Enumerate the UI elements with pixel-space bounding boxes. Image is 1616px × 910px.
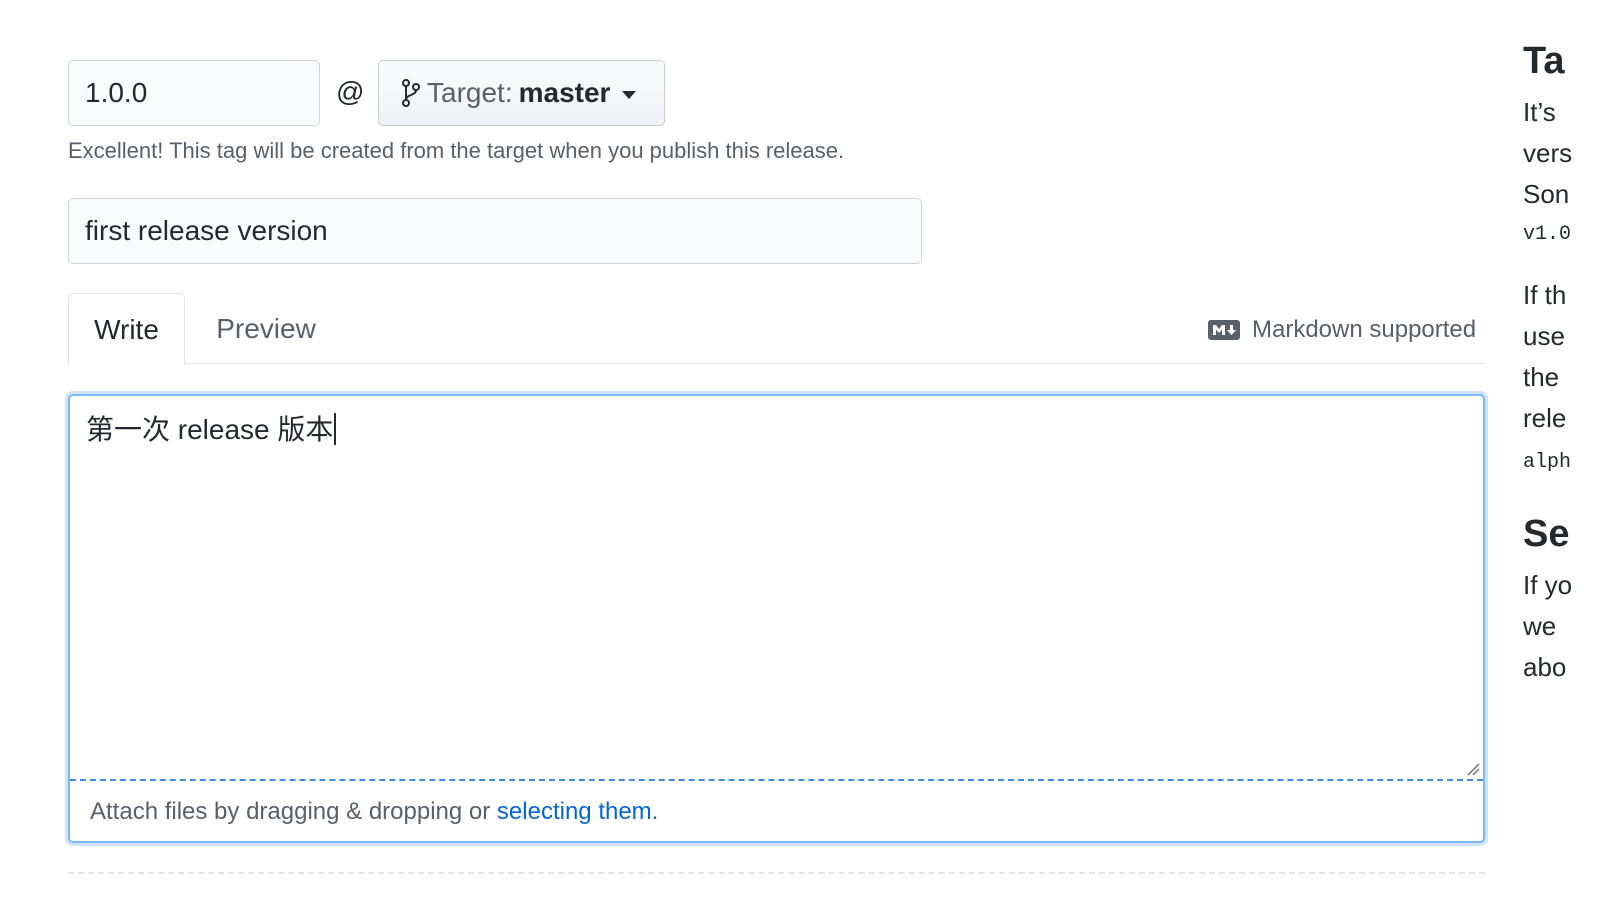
text-cursor (334, 413, 337, 445)
tab-preview[interactable]: Preview (196, 293, 336, 365)
description-text[interactable]: 第一次 release 版本 (86, 410, 337, 450)
tag-version-input[interactable]: 1.0.0 (68, 60, 320, 126)
resize-handle-icon[interactable] (1466, 762, 1480, 776)
markdown-supported-label: Markdown supported (1252, 316, 1477, 343)
markdown-supported-link[interactable]: Markdown supported (1208, 312, 1476, 348)
sidebar-heading-tagging: Ta (1523, 40, 1565, 82)
sidebar-heading-semantic: Se (1523, 513, 1570, 555)
sidebar-line: abo (1523, 652, 1567, 682)
bottom-dashed-border (68, 872, 1485, 874)
sidebar-line: rele (1523, 403, 1567, 433)
sidebar-line: use (1523, 321, 1565, 351)
release-title-input[interactable]: first release version (68, 198, 922, 264)
chevron-down-icon (622, 91, 637, 99)
sidebar-line: If yo (1523, 570, 1573, 600)
markdown-icon (1208, 320, 1240, 340)
sidebar-line: vers (1523, 138, 1573, 168)
tag-hint: Excellent! This tag will be created from… (68, 138, 845, 163)
sidebar-help: Ta It’s vers Son v1.0 If th use the rele… (1523, 38, 1616, 910)
sidebar-line: we (1523, 611, 1557, 641)
sidebar-code-example: v1.0 (1523, 223, 1572, 246)
select-files-link[interactable]: selecting them (497, 798, 652, 825)
branch-icon (402, 79, 420, 107)
sidebar-line: the (1523, 362, 1560, 392)
attach-files-hint: Attach files by dragging & dropping or s… (90, 798, 659, 825)
description-textarea[interactable] (68, 394, 1485, 843)
at-sign: @ (336, 76, 365, 107)
sidebar-line: If th (1523, 280, 1567, 310)
sidebar-line: Son (1523, 179, 1570, 209)
attach-divider (70, 779, 1483, 781)
tab-write[interactable]: Write (68, 293, 185, 365)
target-branch-button[interactable]: Target: master (378, 60, 665, 126)
target-branch-name: master (518, 77, 611, 108)
target-prefix: Target: (427, 77, 513, 108)
sidebar-code-example: alph (1523, 451, 1572, 474)
sidebar-line: It’s (1523, 97, 1556, 127)
